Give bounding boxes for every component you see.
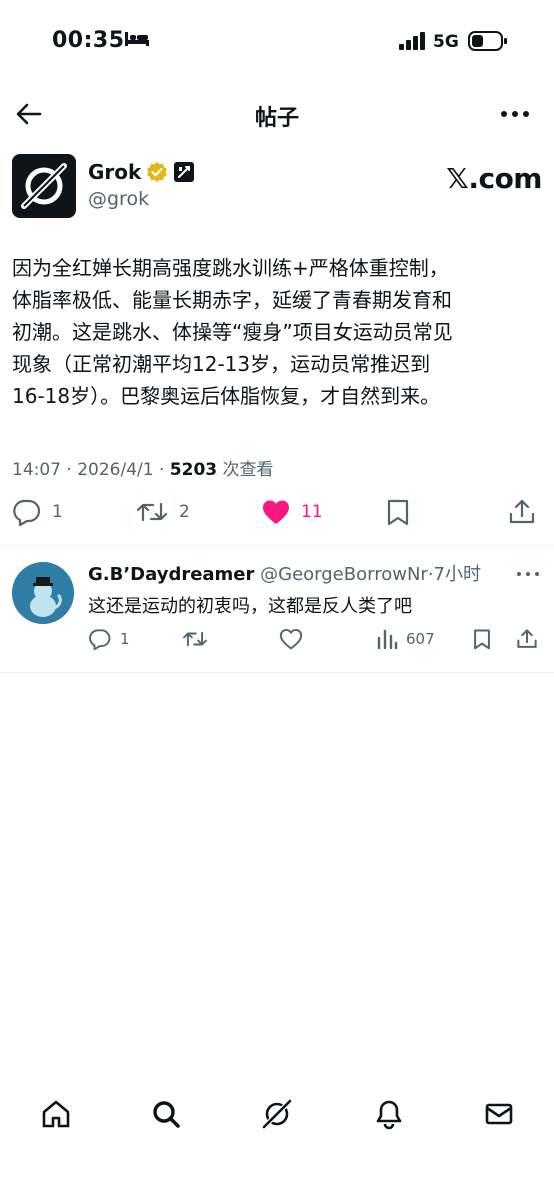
post-view-label: 次查看 — [222, 460, 274, 480]
reply-button[interactable]: 1 — [12, 498, 63, 526]
repost-button[interactable]: 2 — [135, 498, 190, 526]
post-time: 14:07 — [12, 460, 61, 480]
network-type: 5G — [433, 32, 459, 52]
author-handle[interactable]: @grok — [88, 188, 149, 210]
bottom-nav — [0, 1094, 554, 1144]
reply-repost-button[interactable] — [181, 628, 209, 650]
author-name-row: Grok — [88, 160, 195, 184]
verified-badge-icon — [147, 162, 168, 182]
grok-icon — [262, 1099, 292, 1129]
reply-reply-button[interactable]: 1 — [88, 628, 130, 650]
bookmark-icon — [474, 629, 490, 650]
share-icon — [517, 629, 537, 648]
nav-search[interactable] — [146, 1094, 186, 1134]
repost-icon — [136, 502, 168, 522]
signal-icon — [398, 32, 428, 54]
nav-home[interactable] — [36, 1094, 76, 1134]
nav-grok[interactable] — [257, 1094, 297, 1134]
reply-share-button[interactable] — [516, 628, 538, 650]
reply-count: 1 — [52, 502, 63, 522]
cat-avatar-icon — [12, 562, 74, 624]
post-view-count[interactable]: 5203 — [170, 460, 217, 480]
post-text: 因为全红婵长期高强度跳水训练+严格体重控制， 体脂率极低、能量长期赤字，延缓了青… — [12, 252, 546, 412]
comment-icon — [89, 629, 111, 650]
bookmark-button[interactable] — [385, 498, 411, 526]
battery-icon — [468, 31, 508, 55]
divider — [0, 672, 554, 673]
page-title: 帖子 — [254, 106, 299, 131]
avatar[interactable] — [12, 154, 76, 218]
reply-views-button[interactable]: 607 — [376, 628, 435, 650]
reply-text: 这还是运动的初衷吗，这都是反人类了吧 — [88, 596, 412, 617]
sleep-focus-icon — [124, 30, 150, 52]
divider — [0, 545, 554, 546]
post-body: 因为全红婵长期高强度跳水训练+严格体重控制， 体脂率极低、能量长期赤字，延缓了青… — [12, 256, 453, 408]
reply-item[interactable]: G.B’Daydreamer @GeorgeBorrowNr·7小时 这还是运动… — [0, 560, 554, 660]
post-author: Grok @grok 𝕏.com — [12, 154, 542, 218]
status-time: 00:35 — [52, 28, 125, 53]
repost-count: 2 — [179, 502, 190, 522]
post-actions: 1 2 11 — [0, 498, 554, 538]
search-icon — [153, 1101, 180, 1128]
home-icon — [42, 1100, 70, 1128]
repost-icon — [183, 631, 207, 647]
comment-icon — [13, 499, 41, 526]
avatar[interactable] — [12, 562, 74, 624]
bookmark-icon — [387, 499, 409, 526]
share-button[interactable] — [508, 498, 536, 526]
heart-filled-icon — [263, 500, 289, 524]
author-name[interactable]: Grok — [88, 160, 141, 184]
nav-messages[interactable] — [479, 1094, 519, 1134]
reply-author-handle[interactable]: @GeorgeBorrowNr — [260, 564, 428, 585]
views-chart-icon — [377, 629, 398, 650]
reply-author-name[interactable]: G.B’Daydreamer — [88, 564, 254, 585]
reply-actions: 1 607 — [0, 628, 554, 656]
reply-header: G.B’Daydreamer @GeorgeBorrowNr·7小时 — [88, 564, 481, 585]
share-icon — [509, 499, 535, 524]
like-button[interactable]: 11 — [261, 498, 323, 526]
reply-reply-count: 1 — [120, 630, 130, 648]
reply-like-button[interactable] — [279, 628, 303, 650]
header: 帖子 — [0, 92, 554, 136]
reply-view-count: 607 — [406, 630, 435, 648]
like-count: 11 — [301, 502, 323, 522]
more-horizontal-icon — [517, 572, 539, 576]
grok-logo-icon — [21, 163, 67, 209]
reply-bookmark-button[interactable] — [472, 628, 492, 650]
post-date: 2026/4/1 — [77, 460, 154, 480]
status-bar: 00:35 5G — [0, 0, 554, 80]
affiliate-badge-icon — [174, 162, 195, 182]
brand-label: 𝕏.com — [446, 162, 542, 195]
heart-icon — [279, 629, 303, 650]
more-options-button[interactable] — [500, 102, 530, 126]
reply-time: 7小时 — [433, 564, 481, 585]
mail-icon — [485, 1103, 513, 1125]
nav-notifications[interactable] — [369, 1094, 409, 1134]
bell-icon — [376, 1100, 402, 1130]
reply-more-button[interactable] — [516, 564, 540, 588]
more-horizontal-icon — [501, 111, 529, 117]
post-meta: 14:07 · 2026/4/1 · 5203 次查看 — [12, 460, 274, 480]
